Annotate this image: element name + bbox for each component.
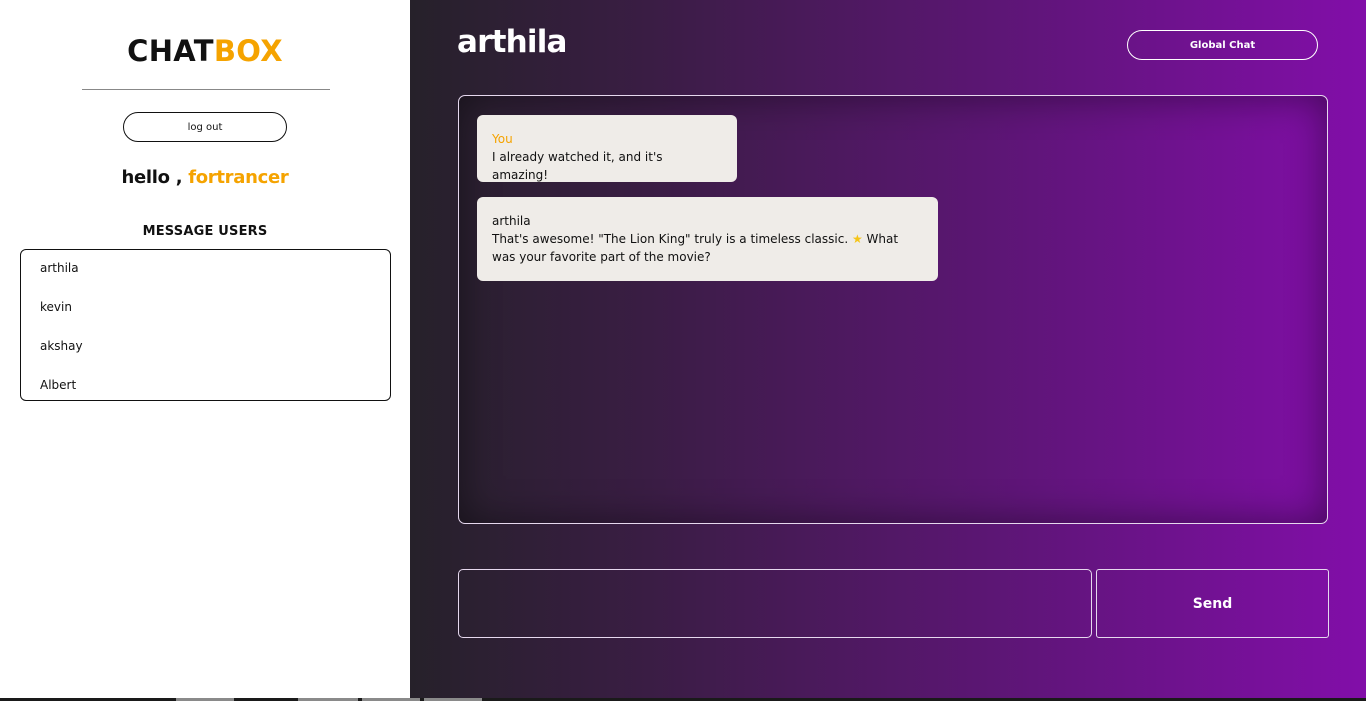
logout-button[interactable]: log out	[123, 112, 287, 142]
user-list-item-akshay[interactable]: akshay	[40, 336, 370, 356]
message-text: That's awesome! "The Lion King" truly is…	[492, 232, 898, 264]
send-button[interactable]: Send	[1096, 569, 1329, 638]
greeting-prefix: hello ,	[121, 167, 183, 188]
user-list-item-kevin[interactable]: kevin	[40, 297, 370, 317]
message-text-part: That's awesome! "The Lion King" truly is…	[492, 232, 849, 246]
message-sender: You	[492, 132, 513, 146]
message-input[interactable]	[458, 569, 1092, 638]
star-icon: ★	[851, 232, 863, 246]
user-list-item-arthila[interactable]: arthila	[40, 258, 370, 278]
message-list[interactable]: You I already watched it, and it's amazi…	[458, 95, 1328, 524]
message-sender: arthila	[492, 214, 531, 228]
chat-panel: arthila Global Chat You I already watche…	[410, 0, 1366, 701]
app-logo: CHATBOX	[0, 33, 410, 69]
chat-title: arthila	[457, 24, 567, 60]
message-bubble-received: arthila That's awesome! "The Lion King" …	[477, 197, 938, 281]
message-users-heading: MESSAGE USERS	[142, 224, 268, 239]
brand-text-accent: BOX	[213, 34, 283, 68]
message-bubble-own: You I already watched it, and it's amazi…	[477, 115, 737, 182]
message-text: I already watched it, and it's amazing!	[492, 150, 663, 182]
user-list[interactable]: arthila kevin akshay Albert	[20, 249, 391, 401]
brand-divider	[82, 89, 330, 90]
user-list-item-albert[interactable]: Albert	[40, 375, 370, 395]
greeting: hello , fortrancer	[0, 167, 410, 188]
brand-text-primary: CHAT	[127, 34, 214, 68]
global-chat-button[interactable]: Global Chat	[1127, 30, 1318, 60]
sidebar: CHATBOX log out hello , fortrancer MESSA…	[0, 0, 410, 701]
current-username: fortrancer	[188, 167, 289, 188]
